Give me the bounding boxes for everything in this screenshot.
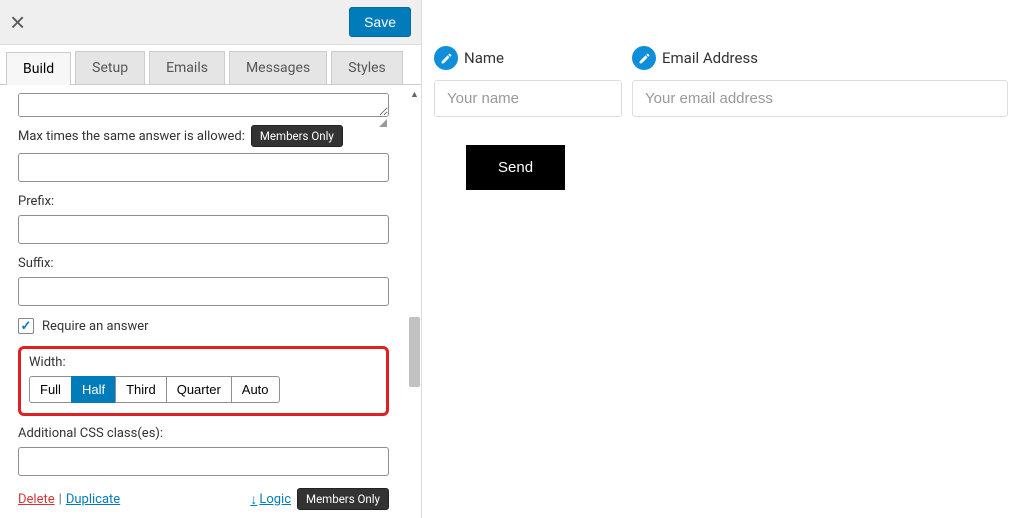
tab-bar: Build Setup Emails Messages Styles <box>0 45 421 85</box>
logic-members-only-badge: Members Only <box>297 488 389 510</box>
additional-classes-label: Additional CSS class(es): <box>18 426 389 441</box>
require-answer-checkbox[interactable] <box>18 318 34 334</box>
tab-emails[interactable]: Emails <box>149 51 225 84</box>
prefix-input[interactable] <box>18 215 389 244</box>
width-option-quarter[interactable]: Quarter <box>166 376 232 403</box>
width-label: Width: <box>29 355 378 370</box>
email-input[interactable] <box>632 80 1008 117</box>
max-times-label: Max times the same answer is allowed: <box>18 129 245 144</box>
require-answer-label: Require an answer <box>42 319 149 334</box>
suffix-label: Suffix: <box>18 256 389 271</box>
name-input[interactable] <box>434 80 622 117</box>
width-option-full[interactable]: Full <box>29 376 72 403</box>
scrollbar[interactable]: ▲ <box>407 85 421 518</box>
members-only-badge: Members Only <box>251 125 343 147</box>
form-preview: Name Email Address Send <box>422 0 1024 518</box>
duplicate-link[interactable]: Duplicate <box>66 492 120 507</box>
link-separator: | <box>59 492 62 507</box>
tab-build[interactable]: Build <box>6 52 71 85</box>
scroll-up-icon: ▲ <box>410 89 419 100</box>
email-field-label: Email Address <box>662 49 758 67</box>
tab-styles[interactable]: Styles <box>331 51 403 84</box>
delete-link[interactable]: Delete <box>18 492 55 507</box>
width-highlight: Width: Full Half Third Quarter Auto <box>18 346 389 416</box>
additional-classes-input[interactable] <box>18 447 389 476</box>
width-option-half[interactable]: Half <box>71 376 116 403</box>
send-button[interactable]: Send <box>466 145 565 190</box>
field-settings-panel: Max times the same answer is allowed: Me… <box>0 85 407 518</box>
pencil-icon[interactable] <box>434 46 458 70</box>
width-option-auto[interactable]: Auto <box>231 376 280 403</box>
pencil-icon[interactable] <box>632 46 656 70</box>
builder-panel: × Save Build Setup Emails Messages Style… <box>0 0 422 518</box>
suffix-input[interactable] <box>18 277 389 306</box>
close-icon[interactable]: × <box>10 9 25 35</box>
logic-link[interactable]: ↓ Logic <box>250 491 291 508</box>
width-option-third[interactable]: Third <box>115 376 167 403</box>
save-button[interactable]: Save <box>349 7 411 37</box>
tab-setup[interactable]: Setup <box>75 51 145 84</box>
prefix-label: Prefix: <box>18 194 389 209</box>
logic-arrow-icon: ↓ <box>250 491 257 508</box>
name-field-label: Name <box>464 49 504 67</box>
max-times-input[interactable] <box>18 153 389 182</box>
tab-messages[interactable]: Messages <box>229 51 327 84</box>
top-bar: × Save <box>0 0 421 45</box>
previous-field-textarea[interactable] <box>18 93 389 117</box>
scroll-thumb[interactable] <box>409 317 420 387</box>
width-segmented-control: Full Half Third Quarter Auto <box>29 376 378 403</box>
